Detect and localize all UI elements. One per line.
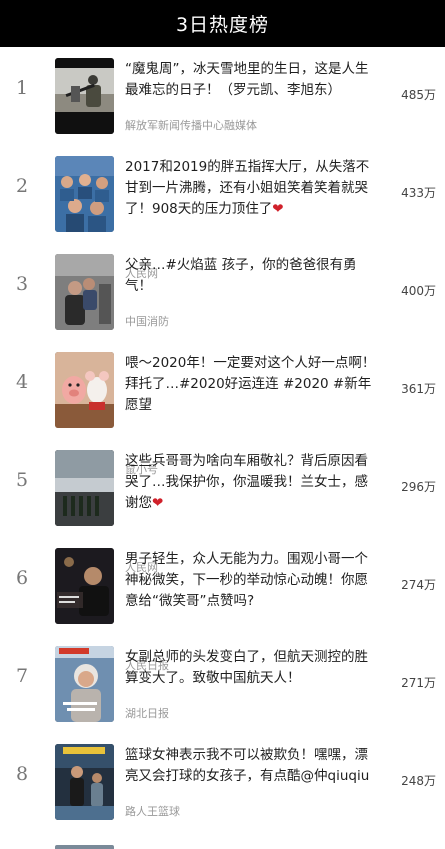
rank-number: 3 [15, 273, 29, 295]
rank-number: 6 [15, 567, 29, 589]
rank-number: 8 [15, 763, 29, 785]
pig-and-mouse-toys-image[interactable] [55, 352, 114, 428]
item-title[interactable]: “魔鬼周”，冰天雪地里的生日，这是人生最难忘的日子！（罗元凯、李旭东） [125, 59, 380, 101]
rank-number: 4 [15, 371, 29, 393]
item-title[interactable]: 2017和2019的胖五指挥大厅，从失落不甘到一片沸腾，还有小姐姐笑着笑着就哭了… [125, 157, 380, 220]
rank-number: 1 [15, 77, 29, 99]
control-room-crowd-image[interactable] [55, 156, 114, 232]
list-item[interactable]: 6 男子轻生，众人无能为力。围观小哥一个神秘微笑，下一秒的举动惊心动魄！你愿意给… [0, 537, 445, 672]
list-item[interactable]: 3 父亲…#火焰蓝 孩子，你的爸爸很有勇气！ 中国消防 400万 [0, 243, 445, 341]
list-item[interactable]: 1 “魔鬼周”，冰天雪地里的生日，这是人生最难忘的日子！（罗元凯、李旭东） 解放… [0, 47, 445, 145]
page-title: 3日热度榜 [175, 14, 270, 36]
heat-count: 400万 [401, 284, 436, 298]
item-title[interactable]: 男子轻生，众人无能为力。围观小哥一个神秘微笑，下一秒的举动惊心动魄！你愿意给“微… [125, 549, 380, 612]
basketball-court-image[interactable] [55, 744, 114, 820]
heat-count: 271万 [401, 676, 436, 690]
item-title[interactable]: 篮球女神表示我不可以被欺负！嘿嘿，漂亮又会打球的女孩子，有点酷@仲qiuqiu [125, 745, 380, 787]
list-item[interactable]: 2 2017和2019的胖五指挥大厅，从失落不甘到一片沸腾，还有小姐姐笑着笑着就… [0, 145, 445, 280]
item-title[interactable]: 女副总师的头发变白了，但航天测控的胜算变大了。致敬中国航天人！ [125, 647, 380, 689]
heat-count: 248万 [401, 774, 436, 788]
heart-icon: ❤ [272, 201, 284, 217]
night-street-man-image[interactable] [55, 548, 114, 624]
heat-count: 361万 [401, 382, 436, 396]
heat-count: 296万 [401, 480, 436, 494]
heat-count: 485万 [401, 88, 436, 102]
item-source: 路人王篮球 [125, 805, 180, 818]
heat-count: 433万 [401, 186, 436, 200]
item-source: 解放军新闻传播中心融媒体 [125, 119, 257, 132]
item-title[interactable]: 这些兵哥哥为啥向车厢敬礼？背后原因看哭了…我保护你，你温暖我！兰女士，感谢您❤ [125, 451, 380, 514]
train-platform-image[interactable] [55, 450, 114, 526]
item-title[interactable]: 父亲…#火焰蓝 孩子，你的爸爸很有勇气！ [125, 255, 380, 297]
list-item[interactable]: 4 喂～2020年！一定要对这个人好一点啊！拜托了…#2020好运连连 #202… [0, 341, 445, 476]
soldier-with-rifle-image[interactable] [55, 58, 114, 134]
list-item[interactable]: 8 篮球女神表示我不可以被欺负！嘿嘿，漂亮又会打球的女孩子，有点酷@仲qiuqi… [0, 733, 445, 831]
list-item[interactable]: 7 女副总师的头发变白了，但航天测控的胜算变大了。致敬中国航天人！ 湖北日报 2… [0, 635, 445, 733]
rank-number: 7 [15, 665, 29, 687]
next-item-thumbnail-edge [55, 845, 114, 849]
family-at-memorial-image[interactable] [55, 254, 114, 330]
woman-interview-image[interactable] [55, 646, 114, 722]
heart-icon: ❤ [152, 495, 164, 511]
list-item[interactable]: 5 这些兵哥哥为啥向车厢敬礼？背后原因看哭了…我保护你，你温暖我！兰女士，感谢您… [0, 439, 445, 574]
rank-number: 2 [15, 175, 29, 197]
rank-number: 5 [15, 469, 29, 491]
top-bar: 3日热度榜 [0, 0, 445, 47]
heat-count: 274万 [401, 578, 436, 592]
item-source: 中国消防 [125, 315, 169, 328]
item-source: 湖北日报 [125, 707, 169, 720]
item-title[interactable]: 喂～2020年！一定要对这个人好一点啊！拜托了…#2020好运连连 #2020 … [125, 353, 380, 416]
